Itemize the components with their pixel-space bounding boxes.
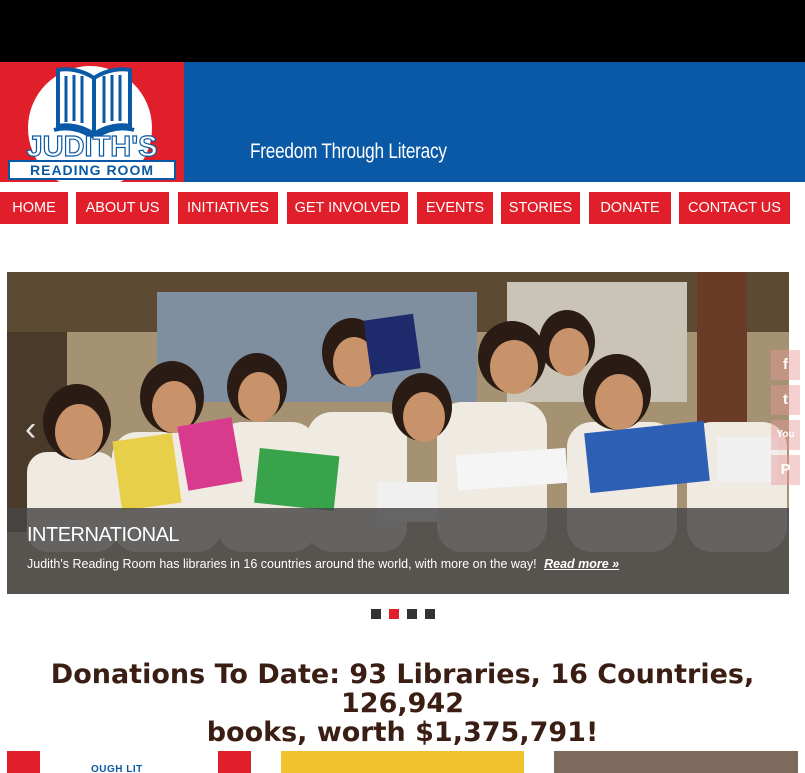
donations-line-2: books, worth $1,375,791! [206, 717, 599, 748]
hero-slider[interactable]: ‹ INTERNATIONAL Judith's Reading Room ha… [7, 272, 789, 594]
youtube-glyph: You [776, 429, 795, 440]
nav-home[interactable]: HOME [0, 192, 68, 224]
top-black-bar [0, 0, 805, 62]
youtube-icon[interactable]: You [771, 420, 800, 450]
donations-line-1: Donations To Date: 93 Libraries, 16 Coun… [50, 659, 755, 719]
social-share-bar: f t You P [771, 350, 800, 490]
logo-title: JUDITH'S [26, 131, 158, 163]
read-more-link[interactable]: Read more » [544, 557, 619, 571]
donations-heading: Donations To Date: 93 Libraries, 16 Coun… [0, 660, 805, 747]
feature-tile-3-photo[interactable] [554, 751, 798, 773]
feature-tile-2[interactable] [281, 751, 524, 773]
pinterest-icon[interactable]: P [771, 455, 800, 485]
pinterest-glyph: P [780, 461, 791, 478]
nav-donate[interactable]: DONATE [589, 192, 671, 224]
slide-caption: INTERNATIONAL Judith's Reading Room has … [7, 508, 789, 594]
slider-dot-4[interactable] [425, 609, 435, 619]
twitter-icon[interactable]: t [771, 385, 800, 415]
slider-dot-1[interactable] [371, 609, 381, 619]
nav-get-involved[interactable]: GET INVOLVED [287, 192, 408, 224]
tile-red-block-left [7, 751, 40, 773]
site-logo[interactable]: JUDITH'S READING ROOM [0, 62, 184, 182]
tile-red-block-right [218, 751, 251, 773]
slide-description: Judith's Reading Room has libraries in 1… [27, 557, 619, 571]
slider-dot-2-active[interactable] [389, 609, 399, 619]
facebook-glyph: f [783, 356, 788, 373]
site-tagline: Freedom Through Literacy [250, 140, 447, 163]
nav-events[interactable]: EVENTS [417, 192, 493, 224]
nav-initiatives[interactable]: INITIATIVES [178, 192, 278, 224]
twitter-glyph: t [783, 391, 788, 408]
site-header: JUDITH'S READING ROOM Freedom Through Li… [0, 62, 805, 182]
tile-logo-text: OUGH LIT [91, 764, 143, 773]
slide-title: INTERNATIONAL [27, 524, 180, 546]
facebook-icon[interactable]: f [771, 350, 800, 380]
feature-tile-1[interactable]: OUGH LIT [7, 751, 251, 773]
slider-prev-arrow[interactable]: ‹ [25, 412, 36, 446]
slide-description-text: Judith's Reading Room has libraries in 1… [27, 557, 537, 571]
slider-dot-3[interactable] [407, 609, 417, 619]
nav-about-us[interactable]: ABOUT US [76, 192, 169, 224]
logo-subtitle: READING ROOM [8, 160, 176, 180]
nav-contact-us[interactable]: CONTACT US [679, 192, 790, 224]
main-nav: HOME ABOUT US INITIATIVES GET INVOLVED E… [0, 192, 805, 224]
nav-stories[interactable]: STORIES [501, 192, 580, 224]
open-book-icon [53, 67, 135, 138]
